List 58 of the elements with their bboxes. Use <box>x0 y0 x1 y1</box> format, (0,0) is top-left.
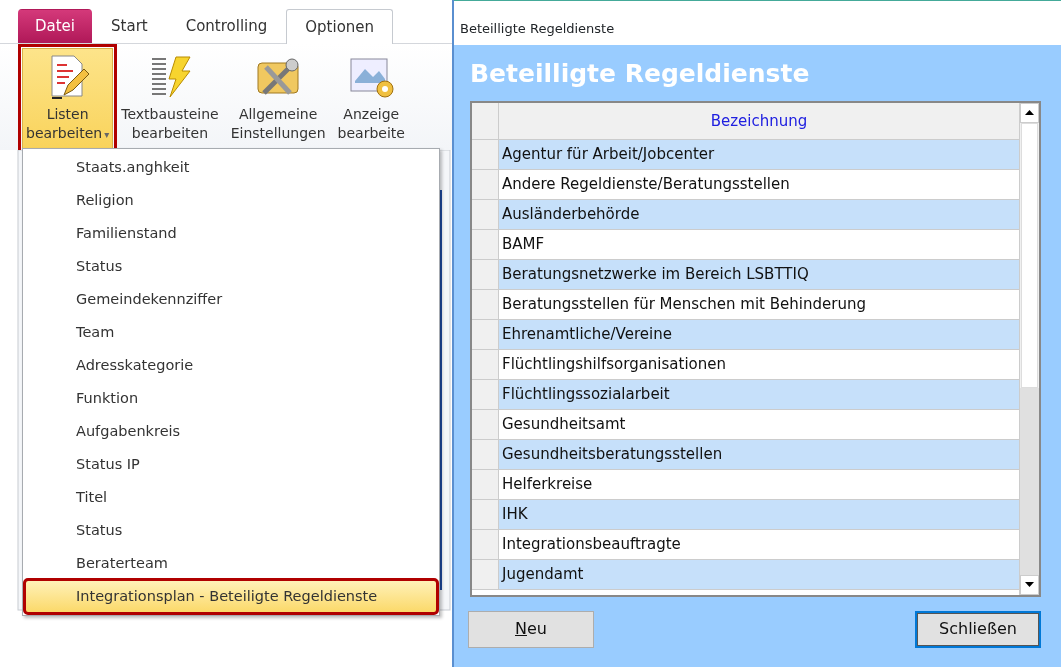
table-cell-text: Integrationsbeauftragte <box>501 533 682 555</box>
menu-item[interactable]: Funktion <box>25 382 437 415</box>
menu-item[interactable]: Aufgabenkreis <box>25 415 437 448</box>
row-selector[interactable] <box>472 439 499 469</box>
menu-item[interactable]: Staats.anghkeit <box>25 151 437 184</box>
menu-item[interactable]: Team <box>25 316 437 349</box>
table-cell: Flüchtlingssozialarbeit <box>499 379 1019 409</box>
ribbon-button[interactable]: Anzeige bearbeite <box>333 48 409 150</box>
row-selector[interactable] <box>472 499 499 529</box>
row-selector[interactable] <box>472 139 499 169</box>
row-selector[interactable] <box>472 289 499 319</box>
row-selector[interactable] <box>472 199 499 229</box>
ribbon-tab[interactable]: Datei <box>18 9 93 43</box>
table-cell: Ausländerbehörde <box>499 199 1019 229</box>
menu-item[interactable]: Status <box>25 514 437 547</box>
row-selector[interactable] <box>472 409 499 439</box>
table-cell: Agentur für Arbeit/Jobcenter <box>499 139 1019 169</box>
table-cell: Gesundheitsberatungsstellen <box>499 439 1019 469</box>
row-selector[interactable] <box>472 169 499 199</box>
menu-item[interactable]: Adresskategorie <box>25 349 437 382</box>
row-selector[interactable] <box>472 349 499 379</box>
table-cell: Jugendamt <box>499 559 1019 589</box>
column-header: Bezeichnung <box>709 110 809 132</box>
window-title: Beteilligte Regeldienste <box>454 0 1061 45</box>
dialog-button[interactable]: Neu <box>468 610 594 648</box>
row-selector[interactable] <box>472 229 499 259</box>
caret-icon: ▾ <box>104 129 110 140</box>
table-cell-text: BAMF <box>501 233 546 255</box>
table-cell-text: Flüchtlingshilfsorganisationen <box>501 353 727 375</box>
menu-item[interactable]: Status <box>25 250 437 283</box>
table-cell: Beratungsnetzwerke im Bereich LSBTTIQ <box>499 259 1019 289</box>
menu-item[interactable]: Religion <box>25 184 437 217</box>
row-selector[interactable] <box>472 559 499 589</box>
menu-item[interactable]: Integrationsplan - Beteiligte Regeldienste <box>25 580 437 613</box>
row-selector[interactable] <box>472 379 499 409</box>
scrollbar[interactable] <box>1019 102 1039 595</box>
table-cell-text: Andere Regeldienste/Beratungsstellen <box>501 173 791 195</box>
table-cell-text: Helferkreise <box>501 473 594 495</box>
table-cell-text: Gesundheitsamt <box>501 413 627 435</box>
ribbon-button[interactable]: Textbausteine bearbeiten <box>117 48 223 150</box>
menu-item[interactable]: Beraterteam <box>25 547 437 580</box>
menu-item[interactable]: Familienstand <box>25 217 437 250</box>
dialog-button[interactable]: Schließen <box>915 610 1041 648</box>
ribbon-tab[interactable]: Start <box>92 9 167 43</box>
row-selector[interactable] <box>472 529 499 559</box>
ribbon-tab[interactable]: Controlling <box>166 9 287 43</box>
table-cell: Ehrenamtliche/Vereine <box>499 319 1019 349</box>
ribbon-tab[interactable]: Optionen <box>286 9 394 44</box>
row-selector[interactable] <box>472 469 499 499</box>
table-cell: IHK <box>499 499 1019 529</box>
menu-item[interactable]: Gemeindekennziffer <box>25 283 437 316</box>
table-cell-text: Beratungsstellen für Menschen mit Behinderung <box>501 293 867 315</box>
row-selector[interactable] <box>472 319 499 349</box>
row-selector[interactable] <box>472 259 499 289</box>
menu-item[interactable]: Status IP <box>25 448 437 481</box>
scroll-up-icon[interactable] <box>1020 102 1039 123</box>
menu-item[interactable]: Titel <box>25 481 437 514</box>
window-heading: Beteilligte Regeldienste <box>469 58 811 90</box>
